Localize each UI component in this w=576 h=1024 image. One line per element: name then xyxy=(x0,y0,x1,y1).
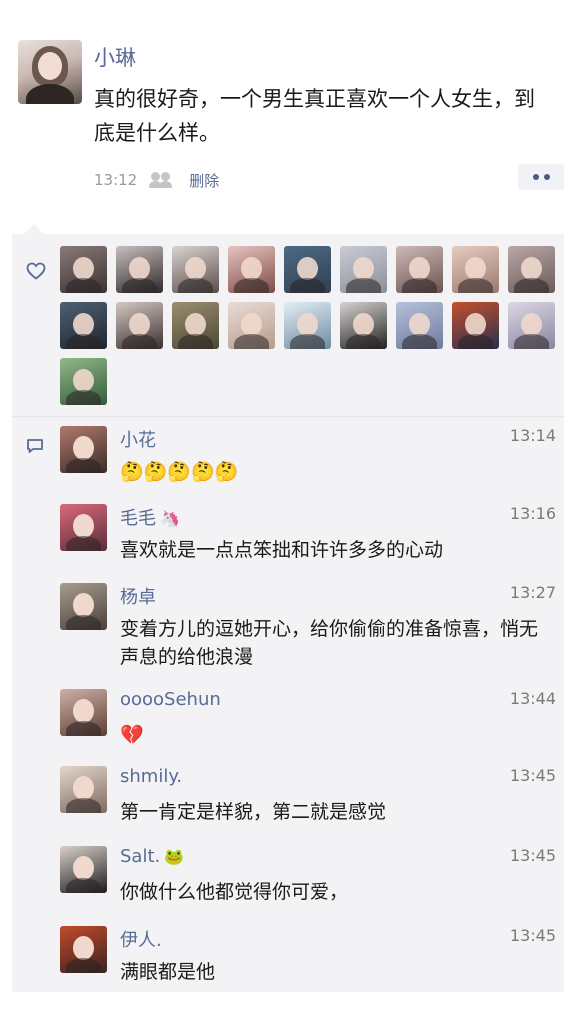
comment-text: 💔 xyxy=(120,724,144,746)
comment-time: 13:44 xyxy=(509,689,556,708)
poster-avatar[interactable] xyxy=(18,40,82,104)
comment-text: 满眼都是他 xyxy=(120,961,216,983)
like-avatar[interactable] xyxy=(116,302,163,349)
commenter-name-text: Salt. xyxy=(120,846,161,867)
comment-time: 13:16 xyxy=(509,504,556,523)
like-avatar-grid xyxy=(60,246,560,405)
heart-outline-icon xyxy=(26,262,46,280)
comment-item[interactable]: 小花 13:14 🤔🤔🤔🤔🤔 xyxy=(60,426,556,496)
like-avatar[interactable] xyxy=(228,302,275,349)
like-avatar[interactable] xyxy=(340,302,387,349)
group-visibility-icon xyxy=(149,172,175,188)
panel-divider xyxy=(12,416,564,417)
commenter-avatar[interactable] xyxy=(60,766,107,813)
like-avatar[interactable] xyxy=(172,246,219,293)
comment-time: 13:27 xyxy=(509,583,556,602)
post-meta: 13:12 删除 xyxy=(94,168,219,192)
commenter-name-text: 毛毛 xyxy=(120,508,156,529)
commenter-name[interactable]: 杨卓 xyxy=(120,583,156,609)
like-avatar[interactable] xyxy=(60,246,107,293)
like-avatar[interactable] xyxy=(452,246,499,293)
commenter-name-text: ooooSehun xyxy=(120,689,221,710)
like-avatar[interactable] xyxy=(284,246,331,293)
like-avatar[interactable] xyxy=(60,302,107,349)
name-badge-emoji: 🐸 xyxy=(164,847,185,866)
comment-item[interactable]: shmily. 13:45 第一肯定是样貌，第二就是感觉 xyxy=(60,766,556,836)
like-avatar[interactable] xyxy=(172,302,219,349)
commenter-avatar[interactable] xyxy=(60,846,107,893)
comment-item[interactable]: 伊人. 13:45 满眼都是他 xyxy=(60,926,556,996)
like-avatar[interactable] xyxy=(508,246,555,293)
commenter-name-text: shmily. xyxy=(120,766,183,787)
like-avatar[interactable] xyxy=(284,302,331,349)
commenter-name[interactable]: ooooSehun xyxy=(120,689,221,710)
delete-link[interactable]: 删除 xyxy=(189,170,219,191)
comment-item[interactable]: 毛毛 🦄 13:16 喜欢就是一点点笨拙和许许多多的心动 xyxy=(60,504,556,574)
commenter-name[interactable]: shmily. xyxy=(120,766,182,787)
comment-time: 13:45 xyxy=(509,846,556,865)
commenter-name-text: 杨卓 xyxy=(120,587,156,608)
comment-item[interactable]: Salt. 🐸 13:45 你做什么他都觉得你可爱， xyxy=(60,846,556,916)
commenter-avatar[interactable] xyxy=(60,689,107,736)
commenter-name[interactable]: 伊人. xyxy=(120,926,162,952)
post-time: 13:12 xyxy=(94,171,138,189)
commenter-name[interactable]: 小花 xyxy=(120,426,156,452)
commenter-name-text: 伊人. xyxy=(120,930,162,951)
name-badge-emoji: 🦄 xyxy=(160,509,180,528)
more-actions-button[interactable] xyxy=(518,164,564,190)
comment-text: 第一肯定是样貌，第二就是感觉 xyxy=(120,801,387,823)
panel-pointer xyxy=(24,224,44,234)
commenter-name[interactable]: 毛毛 🦄 xyxy=(120,504,180,530)
comment-item[interactable]: 杨卓 13:27 变着方儿的逗她开心，给你偷偷的准备惊喜，悄无声息的给他浪漫 xyxy=(60,583,556,668)
like-avatar[interactable] xyxy=(228,246,275,293)
comment-text: 喜欢就是一点点笨拙和许许多多的心动 xyxy=(120,539,444,561)
commenter-avatar[interactable] xyxy=(60,583,107,630)
like-avatar[interactable] xyxy=(452,302,499,349)
commenter-avatar[interactable] xyxy=(60,426,107,473)
comment-text: 🤔🤔🤔🤔🤔 xyxy=(120,461,239,483)
like-avatar[interactable] xyxy=(396,246,443,293)
comment-text: 你做什么他都觉得你可爱， xyxy=(120,881,349,903)
comment-time: 13:45 xyxy=(509,926,556,945)
comment-time: 13:45 xyxy=(509,766,556,785)
like-avatar[interactable] xyxy=(60,358,107,405)
comment-text: 变着方儿的逗她开心，给你偷偷的准备惊喜，悄无声息的给他浪漫 xyxy=(120,618,539,668)
comment-bubble-icon xyxy=(27,439,43,453)
like-avatar[interactable] xyxy=(116,246,163,293)
commenter-name[interactable]: Salt. 🐸 xyxy=(120,846,184,867)
commenter-name-text: 小花 xyxy=(120,430,156,451)
commenter-avatar[interactable] xyxy=(60,926,107,973)
post-text: 真的很好奇，一个男生真正喜欢一个人女生，到底是什么样。 xyxy=(94,87,535,145)
like-avatar[interactable] xyxy=(340,246,387,293)
comment-item[interactable]: ooooSehun 13:44 💔 xyxy=(60,689,556,759)
commenter-avatar[interactable] xyxy=(60,504,107,551)
like-avatar[interactable] xyxy=(396,302,443,349)
more-dots-icon xyxy=(532,174,539,180)
poster-name[interactable]: 小琳 xyxy=(94,42,136,72)
comment-time: 13:14 xyxy=(509,426,556,445)
like-avatar[interactable] xyxy=(508,302,555,349)
